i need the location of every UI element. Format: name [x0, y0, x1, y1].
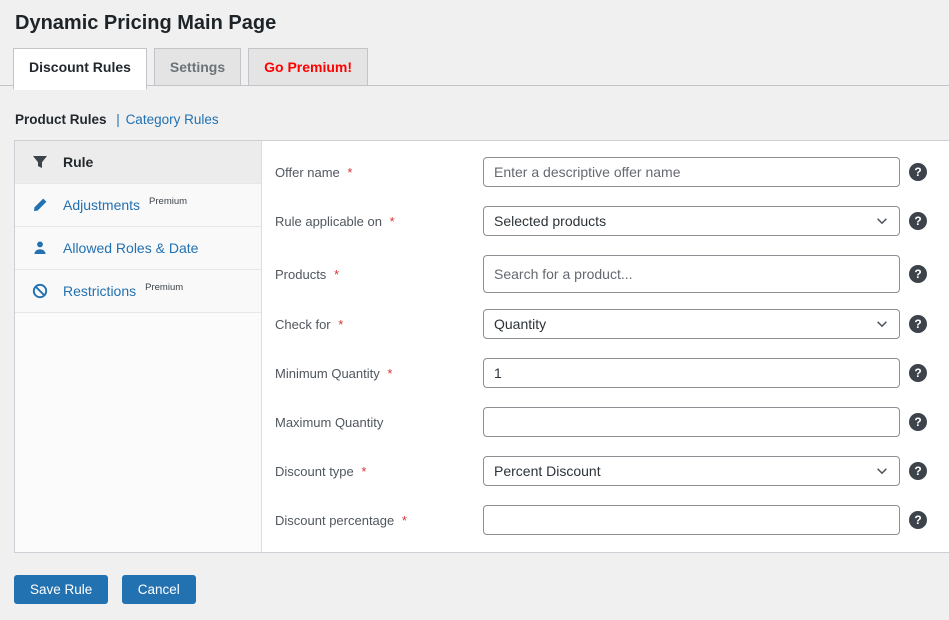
- field-label: Maximum Quantity: [275, 415, 483, 430]
- field-label-text: Rule applicable on: [275, 214, 382, 229]
- field-label-text: Minimum Quantity: [275, 366, 380, 381]
- save-rule-button[interactable]: Save Rule: [14, 575, 108, 604]
- field-label-text: Check for: [275, 317, 331, 332]
- help-glyph: ?: [914, 366, 921, 380]
- subnav-product-rules[interactable]: Product Rules: [15, 112, 107, 127]
- offer-name-input[interactable]: [483, 157, 900, 187]
- form-row: Discount type * Percent Discount ?: [275, 456, 949, 486]
- ban-icon: [32, 283, 48, 299]
- required-asterisk: *: [334, 267, 339, 282]
- required-asterisk: *: [390, 214, 395, 229]
- rule-sidebar: Rule Adjustments Premium Allowed Roles &…: [15, 141, 262, 552]
- help-glyph: ?: [914, 415, 921, 429]
- cancel-button[interactable]: Cancel: [122, 575, 196, 604]
- help-glyph: ?: [914, 513, 921, 527]
- help-icon[interactable]: ?: [909, 265, 927, 283]
- discount-type-select[interactable]: Percent Discount: [483, 456, 900, 486]
- premium-badge: Premium: [145, 282, 183, 293]
- field-label-text: Offer name: [275, 165, 340, 180]
- pencil-icon: [32, 197, 48, 213]
- maximum-quantity-input[interactable]: [483, 407, 900, 437]
- select-value: Selected products: [494, 213, 606, 229]
- help-icon[interactable]: ?: [909, 462, 927, 480]
- select-value: Quantity: [494, 316, 546, 332]
- required-asterisk: *: [338, 317, 343, 332]
- sidebar-item-rule[interactable]: Rule: [15, 141, 261, 184]
- page-title: Dynamic Pricing Main Page: [0, 0, 949, 35]
- tab-settings[interactable]: Settings: [154, 48, 241, 85]
- form-row: Rule applicable on * Selected products ?: [275, 206, 949, 236]
- rule-editor-panel: Rule Adjustments Premium Allowed Roles &…: [14, 140, 949, 553]
- sidebar-item-label: Allowed Roles & Date: [63, 240, 198, 256]
- field-label: Offer name *: [275, 165, 483, 180]
- field-label: Check for *: [275, 317, 483, 332]
- minimum-quantity-input[interactable]: [483, 358, 900, 388]
- field-label: Rule applicable on *: [275, 214, 483, 229]
- help-glyph: ?: [914, 267, 921, 281]
- form-row: Discount percentage * ?: [275, 505, 949, 535]
- tab-bar: Discount Rules Settings Go Premium!: [0, 48, 949, 86]
- select-value: Percent Discount: [494, 463, 601, 479]
- required-asterisk: *: [361, 464, 366, 479]
- sidebar-item-allowed-roles-date[interactable]: Allowed Roles & Date: [15, 227, 261, 270]
- subnav-category-rules[interactable]: Category Rules: [126, 112, 219, 127]
- form-actions: Save Rule Cancel: [14, 575, 949, 604]
- products-search-input[interactable]: [483, 255, 900, 293]
- rule-applicable-on-select[interactable]: Selected products: [483, 206, 900, 236]
- rule-form: Offer name * ? Rule applicable on * Sele…: [262, 141, 949, 552]
- field-label-text: Discount percentage: [275, 513, 394, 528]
- form-row: Maximum Quantity ?: [275, 407, 949, 437]
- field-label: Minimum Quantity *: [275, 366, 483, 381]
- chevron-down-icon: [875, 464, 889, 478]
- required-asterisk: *: [387, 366, 392, 381]
- chevron-down-icon: [875, 214, 889, 228]
- form-row: Check for * Quantity ?: [275, 309, 949, 339]
- help-icon[interactable]: ?: [909, 413, 927, 431]
- help-icon[interactable]: ?: [909, 315, 927, 333]
- field-label-text: Maximum Quantity: [275, 415, 383, 430]
- check-for-select[interactable]: Quantity: [483, 309, 900, 339]
- rules-subnav: Product Rules | Category Rules: [15, 112, 949, 127]
- person-icon: [32, 240, 48, 256]
- field-label: Discount type *: [275, 464, 483, 479]
- field-label-text: Products: [275, 267, 326, 282]
- premium-badge: Premium: [149, 196, 187, 207]
- help-glyph: ?: [914, 464, 921, 478]
- filter-icon: [32, 154, 48, 170]
- help-glyph: ?: [914, 165, 921, 179]
- discount-percentage-input[interactable]: [483, 505, 900, 535]
- chevron-down-icon: [875, 317, 889, 331]
- field-label: Products *: [275, 267, 483, 282]
- field-label: Discount percentage *: [275, 513, 483, 528]
- sidebar-item-label: Rule: [63, 154, 93, 170]
- form-row: Products * ?: [275, 255, 949, 293]
- help-icon[interactable]: ?: [909, 511, 927, 529]
- help-icon[interactable]: ?: [909, 163, 927, 181]
- required-asterisk: *: [347, 165, 352, 180]
- tab-discount-rules[interactable]: Discount Rules: [13, 48, 147, 90]
- tab-go-premium[interactable]: Go Premium!: [248, 48, 368, 85]
- help-icon[interactable]: ?: [909, 212, 927, 230]
- sidebar-item-restrictions[interactable]: Restrictions Premium: [15, 270, 261, 313]
- required-asterisk: *: [402, 513, 407, 528]
- sidebar-item-label: Adjustments: [63, 197, 140, 213]
- sidebar-item-adjustments[interactable]: Adjustments Premium: [15, 184, 261, 227]
- help-icon[interactable]: ?: [909, 364, 927, 382]
- field-label-text: Discount type: [275, 464, 354, 479]
- help-glyph: ?: [914, 214, 921, 228]
- subnav-separator: |: [116, 112, 120, 127]
- form-row: Offer name * ?: [275, 157, 949, 187]
- form-row: Minimum Quantity * ?: [275, 358, 949, 388]
- help-glyph: ?: [914, 317, 921, 331]
- sidebar-item-label: Restrictions: [63, 283, 136, 299]
